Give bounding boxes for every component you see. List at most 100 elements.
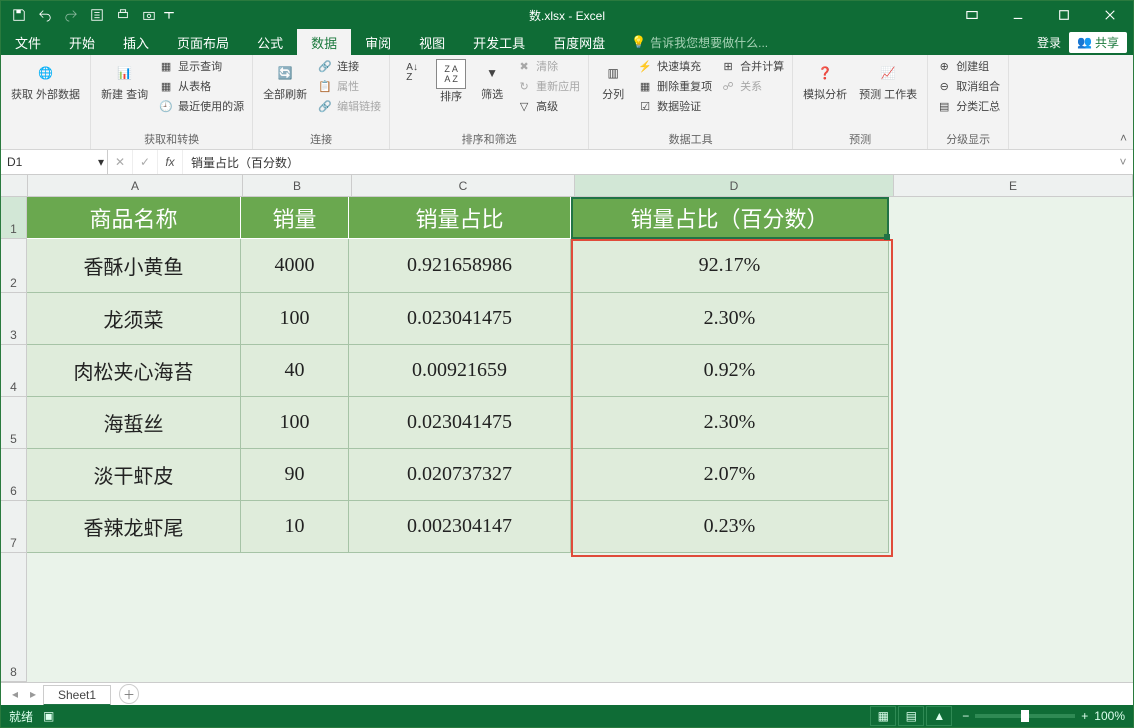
advanced-button[interactable]: ▽高级 xyxy=(514,97,582,115)
camera-icon[interactable] xyxy=(137,4,161,26)
connections-button[interactable]: 🔗连接 xyxy=(315,57,383,75)
text-to-columns-button[interactable]: ▥分列 xyxy=(595,57,631,104)
name-box[interactable]: D1 ▾ xyxy=(1,150,108,174)
refresh-all-button[interactable]: 🔄全部刷新 xyxy=(259,57,311,104)
normal-view-button[interactable]: ▦ xyxy=(870,706,896,726)
table-cell[interactable]: 0.023041475 xyxy=(349,293,571,345)
tab-layout[interactable]: 页面布局 xyxy=(163,29,243,55)
filter-button[interactable]: ▼筛选 xyxy=(474,57,510,104)
row-header-5[interactable]: 5 xyxy=(1,397,27,449)
subtotal-button[interactable]: ▤分类汇总 xyxy=(934,97,1002,115)
login-link[interactable]: 登录 xyxy=(1037,34,1061,51)
get-external-data-button[interactable]: 🌐获取 外部数据 xyxy=(7,57,84,104)
forecast-sheet-button[interactable]: 📈预测 工作表 xyxy=(855,57,921,104)
zoom-out-button[interactable]: − xyxy=(962,709,969,723)
sort-az-button[interactable]: A↓Z xyxy=(396,57,428,89)
reapply-button[interactable]: ↻重新应用 xyxy=(514,77,582,95)
from-table-button[interactable]: ▦从表格 xyxy=(156,77,246,95)
tab-file[interactable]: 文件 xyxy=(1,29,55,55)
formula-input[interactable]: 销量占比（百分数） xyxy=(183,150,1113,174)
ribbon-options-icon[interactable] xyxy=(949,1,995,29)
table-cell[interactable]: 0.020737327 xyxy=(349,449,571,501)
group-button[interactable]: ⊕创建组 xyxy=(934,57,1002,75)
table-cell[interactable]: 0.023041475 xyxy=(349,397,571,449)
tab-insert[interactable]: 插入 xyxy=(109,29,163,55)
table-cell[interactable]: 90 xyxy=(241,449,349,501)
page-break-button[interactable]: ▲ xyxy=(926,706,952,726)
table-cell[interactable]: 2.30% xyxy=(571,293,889,345)
row-header-2[interactable]: 2 xyxy=(1,239,27,293)
new-query-button[interactable]: 📊新建 查询 xyxy=(97,57,152,104)
collapse-ribbon-icon[interactable]: ˄ xyxy=(1120,131,1127,145)
tell-me-search[interactable]: 💡 告诉我您想要做什么... xyxy=(631,29,768,55)
print-preview-icon[interactable] xyxy=(111,4,135,26)
remove-dups-button[interactable]: ▦删除重复项 xyxy=(635,77,714,95)
table-cell[interactable]: 龙须菜 xyxy=(27,293,241,345)
relationships-button[interactable]: ☍关系 xyxy=(718,77,786,95)
col-header-D[interactable]: D xyxy=(575,175,894,197)
show-queries-button[interactable]: ▦显示查询 xyxy=(156,57,246,75)
col-header-C[interactable]: C xyxy=(352,175,575,197)
table-header-cell[interactable]: 销量占比（百分数） xyxy=(571,197,889,239)
table-cell[interactable]: 淡干虾皮 xyxy=(27,449,241,501)
row-header-3[interactable]: 3 xyxy=(1,293,27,345)
row-header-6[interactable]: 6 xyxy=(1,449,27,501)
clear-filter-button[interactable]: ✖清除 xyxy=(514,57,582,75)
tab-baidu[interactable]: 百度网盘 xyxy=(539,29,619,55)
redo-icon[interactable] xyxy=(59,4,83,26)
table-cell[interactable]: 40 xyxy=(241,345,349,397)
table-cell[interactable]: 0.00921659 xyxy=(349,345,571,397)
sheet-nav-first[interactable]: ◂ xyxy=(7,686,23,702)
table-cell[interactable]: 2.07% xyxy=(571,449,889,501)
minimize-button[interactable] xyxy=(995,1,1041,29)
table-header-cell[interactable]: 销量占比 xyxy=(349,197,571,239)
col-header-E[interactable]: E xyxy=(894,175,1133,197)
table-cell[interactable]: 2.30% xyxy=(571,397,889,449)
ungroup-button[interactable]: ⊖取消组合 xyxy=(934,77,1002,95)
zoom-in-button[interactable]: + xyxy=(1081,709,1088,723)
accept-formula-button[interactable]: ✓ xyxy=(133,150,158,174)
what-if-button[interactable]: ❓模拟分析 xyxy=(799,57,851,104)
chevron-down-icon[interactable]: ▾ xyxy=(98,155,104,169)
table-header-cell[interactable]: 销量 xyxy=(241,197,349,239)
tab-data[interactable]: 数据 xyxy=(297,29,351,55)
table-cell[interactable]: 香酥小黄鱼 xyxy=(27,239,241,293)
expand-formula-bar-icon[interactable]: ˅ xyxy=(1113,150,1133,174)
table-cell[interactable]: 92.17% xyxy=(571,239,889,293)
tab-view[interactable]: 视图 xyxy=(405,29,459,55)
add-sheet-button[interactable]: ＋ xyxy=(119,684,139,704)
table-cell[interactable]: 肉松夹心海苔 xyxy=(27,345,241,397)
table-cell[interactable]: 100 xyxy=(241,293,349,345)
table-cell[interactable]: 100 xyxy=(241,397,349,449)
sheet-tab[interactable]: Sheet1 xyxy=(43,685,111,706)
row-header-8[interactable]: 8 xyxy=(1,553,27,682)
sort-button[interactable]: Z AA Z排序 xyxy=(432,57,470,106)
row-header-4[interactable]: 4 xyxy=(1,345,27,397)
table-cell[interactable]: 4000 xyxy=(241,239,349,293)
tab-review[interactable]: 审阅 xyxy=(351,29,405,55)
table-cell[interactable]: 0.92% xyxy=(571,345,889,397)
maximize-button[interactable] xyxy=(1041,1,1087,29)
zoom-slider[interactable] xyxy=(975,714,1075,718)
edit-links-button[interactable]: 🔗编辑链接 xyxy=(315,97,383,115)
page-layout-button[interactable]: ▤ xyxy=(898,706,924,726)
tab-formulas[interactable]: 公式 xyxy=(243,29,297,55)
table-cell[interactable]: 0.23% xyxy=(571,501,889,553)
properties-button[interactable]: 📋属性 xyxy=(315,77,383,95)
undo-icon[interactable] xyxy=(33,4,57,26)
touch-mode-icon[interactable] xyxy=(85,4,109,26)
table-cell[interactable]: 海蜇丝 xyxy=(27,397,241,449)
row-header-7[interactable]: 7 xyxy=(1,501,27,553)
close-button[interactable] xyxy=(1087,1,1133,29)
insert-function-button[interactable]: fx xyxy=(158,150,183,174)
qat-customize-icon[interactable] xyxy=(163,4,175,26)
table-cell[interactable]: 香辣龙虾尾 xyxy=(27,501,241,553)
share-button[interactable]: 👥 共享 xyxy=(1069,32,1127,53)
select-all-corner[interactable] xyxy=(1,175,28,197)
table-header-cell[interactable]: 商品名称 xyxy=(27,197,241,239)
cell-area[interactable]: 商品名称销量销量占比销量占比（百分数）香酥小黄鱼40000.9216589869… xyxy=(27,197,1133,682)
data-validation-button[interactable]: ☑数据验证 xyxy=(635,97,714,115)
row-header-1[interactable]: 1 xyxy=(1,197,27,239)
col-header-B[interactable]: B xyxy=(243,175,352,197)
cancel-formula-button[interactable]: ✕ xyxy=(108,150,133,174)
